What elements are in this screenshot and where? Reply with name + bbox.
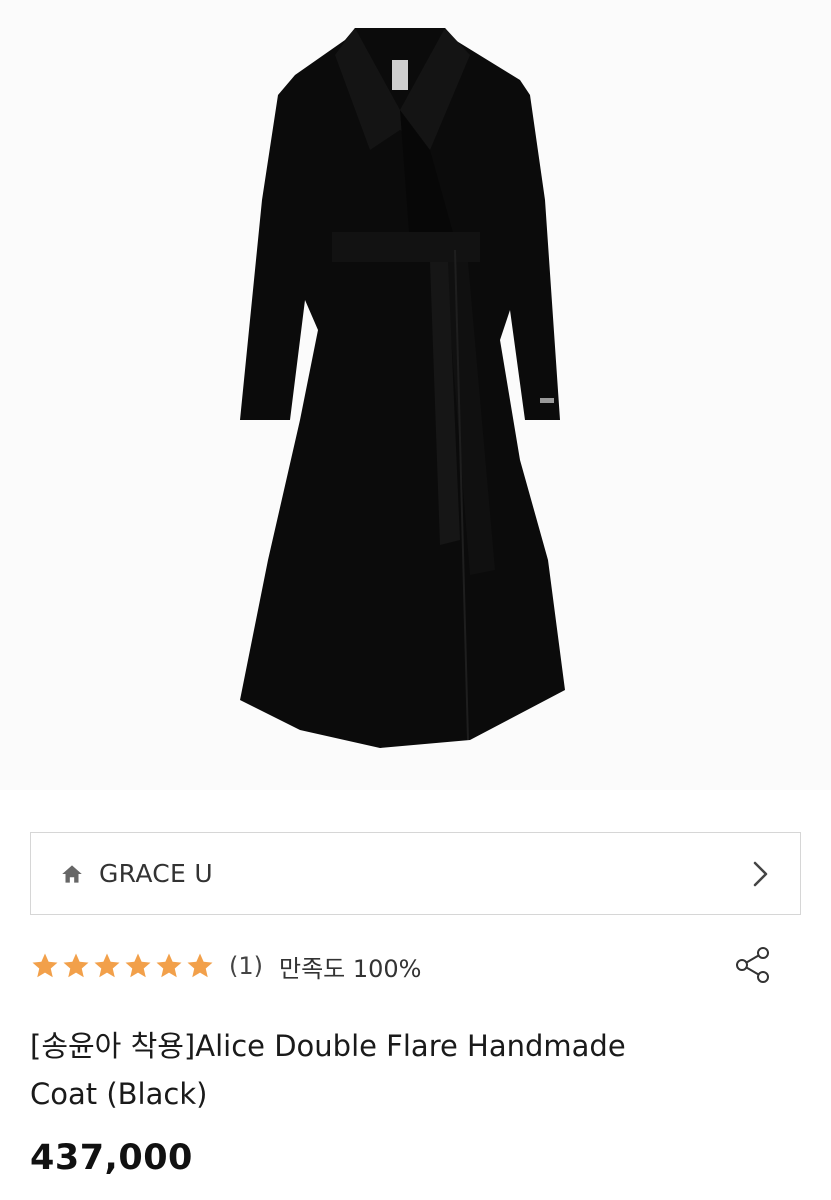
satisfaction-text: 만족도 100%: [279, 954, 422, 983]
star-icon: [187, 953, 213, 978]
brand-name: GRACE U: [99, 859, 213, 888]
brand-link[interactable]: GRACE U: [30, 832, 801, 915]
product-title-line-1: [송윤아 착용]Alice Double Flare Handmade: [30, 1029, 626, 1063]
star-rating: [30, 951, 215, 981]
product-title: [송윤아 착용]Alice Double Flare Handmade Coat…: [30, 1022, 730, 1118]
chevron-right-icon: [748, 859, 772, 889]
share-icon[interactable]: [733, 945, 773, 985]
coat-illustration: [0, 0, 831, 790]
star-icon: [94, 953, 120, 978]
star-icon: [125, 953, 151, 978]
product-title-line-2: Coat (Black): [30, 1077, 208, 1111]
product-image[interactable]: [0, 0, 831, 790]
review-count[interactable]: (1): [229, 952, 263, 980]
star-icon: [156, 953, 182, 978]
star-icon: [63, 953, 89, 978]
product-price: 437,000: [30, 1138, 193, 1178]
star-icon: [32, 953, 58, 978]
home-icon: [59, 861, 85, 887]
rating-row: (1) 만족도 100%: [30, 943, 801, 989]
